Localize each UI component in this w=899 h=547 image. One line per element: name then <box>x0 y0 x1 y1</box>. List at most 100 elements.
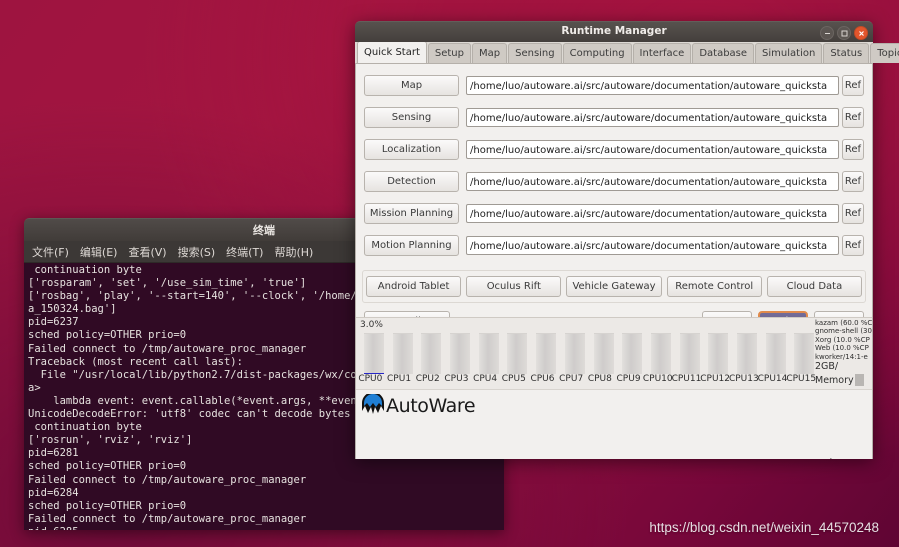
terminal-output-text: continuation byte ['rosparam', 'set', '/… <box>28 264 383 530</box>
runtime-manager-titlebar[interactable]: Runtime Manager <box>355 21 873 42</box>
cpu-label-14: CPU14 <box>757 374 788 384</box>
cpu-bar-track <box>679 333 700 374</box>
cpu-bar-2 <box>417 331 446 374</box>
terminal-menu-view[interactable]: 查看(V) <box>128 244 166 260</box>
terminal-menu-file[interactable]: 文件(F) <box>32 244 69 260</box>
oculus-rift-button[interactable]: Oculus Rift <box>466 276 562 297</box>
cpu-label-4: CPU4 <box>473 374 498 384</box>
cpu-bar-track <box>593 333 614 374</box>
vehicle-gateway-button[interactable]: Vehicle Gateway <box>566 276 662 297</box>
cpu-bar-13 <box>733 331 762 374</box>
tab-map[interactable]: Map <box>472 43 508 63</box>
map-path-input[interactable]: /home/luo/autoware.ai/src/autoware/docum… <box>466 76 839 95</box>
tab-quick-start[interactable]: Quick Start <box>357 41 427 63</box>
cpu-bar-track <box>708 333 729 374</box>
mission-planning-button[interactable]: Mission Planning <box>364 203 459 224</box>
memory-gauge: Memory <box>815 374 864 386</box>
cpu-axis-labels: CPU0 CPU1 CPU2 CPU3 CPU4 CPU5 CPU6 CPU7 CPU8 CPU9… <box>356 374 817 384</box>
cpu-bar-4 <box>475 331 504 374</box>
motion-planning-path-input[interactable]: /home/luo/autoware.ai/src/autoware/docum… <box>466 236 839 255</box>
memory-total-label: 2GB/ <box>815 361 839 372</box>
cpu-bar-11 <box>676 331 705 374</box>
detection-path-input[interactable]: /home/luo/autoware.ai/src/autoware/docum… <box>466 172 839 191</box>
cpu-label-13: CPU13 <box>728 374 759 384</box>
cpu-label-3: CPU3 <box>444 374 469 384</box>
localization-button[interactable]: Localization <box>364 139 459 160</box>
sensing-path-input[interactable]: /home/luo/autoware.ai/src/autoware/docum… <box>466 108 839 127</box>
tab-status[interactable]: Status <box>823 43 870 63</box>
maximize-icon[interactable] <box>837 26 851 40</box>
cpu-bar-10 <box>647 331 676 374</box>
cpu-bar-6 <box>532 331 561 374</box>
motion-planning-ref-button[interactable]: Ref <box>842 235 864 256</box>
cloud-data-button[interactable]: Cloud Data <box>766 276 863 297</box>
tab-bar[interactable]: Quick Start Setup Map Sensing Computing … <box>355 41 899 64</box>
cpu-label-10: CPU10 <box>642 374 673 384</box>
detection-button[interactable]: Detection <box>364 171 459 192</box>
tab-interface[interactable]: Interface <box>632 43 692 63</box>
localization-path-input[interactable]: /home/luo/autoware.ai/src/autoware/docum… <box>466 140 839 159</box>
cpu-bar-track <box>478 333 499 374</box>
motion-planning-button[interactable]: Motion Planning <box>364 235 459 256</box>
cpu-bar-track <box>650 333 671 374</box>
cpu-bar-7 <box>561 331 590 374</box>
runtime-manager-window[interactable]: Runtime Manager Quick Start Setup Map Se… <box>355 21 899 459</box>
cpu-bar-track <box>392 333 413 374</box>
cpu-bar-track <box>536 333 557 374</box>
window-controls[interactable] <box>820 26 868 40</box>
sensing-ref-button[interactable]: Ref <box>842 107 864 128</box>
launch-row-motion-planning: Motion Planning /home/luo/autoware.ai/sr… <box>356 235 872 256</box>
cpu-label-0: CPU0 <box>358 374 383 384</box>
cpu-bar-track <box>564 333 585 374</box>
cpu-label-1: CPU1 <box>387 374 412 384</box>
close-icon[interactable] <box>854 26 868 40</box>
map-ref-button[interactable]: Ref <box>842 75 864 96</box>
cpu-bar-track <box>421 333 442 374</box>
cpu-label-6: CPU6 <box>530 374 555 384</box>
cpu-bar-track <box>507 333 528 374</box>
remote-control-button[interactable]: Remote Control <box>666 276 762 297</box>
terminal-menu-edit[interactable]: 编辑(E) <box>80 244 118 260</box>
cpu-bar-8 <box>590 331 619 374</box>
autoware-logo-text: AutoWare <box>386 395 476 417</box>
map-button[interactable]: Map <box>364 75 459 96</box>
localization-ref-button[interactable]: Ref <box>842 139 864 160</box>
cpu-label-11: CPU11 <box>671 374 702 384</box>
cpu-bar-track <box>364 333 384 374</box>
device-button-row: Android Tablet Oculus Rift Vehicle Gatew… <box>362 270 866 303</box>
cpu-bar-1 <box>389 331 418 374</box>
tab-simulation[interactable]: Simulation <box>755 43 823 63</box>
memory-bar <box>854 374 864 386</box>
android-tablet-button[interactable]: Android Tablet <box>366 276 462 297</box>
terminal-menu-search[interactable]: 搜索(S) <box>178 244 216 260</box>
cpu-bar-5 <box>503 331 532 374</box>
mission-planning-ref-button[interactable]: Ref <box>842 203 864 224</box>
sensing-button[interactable]: Sensing <box>364 107 459 128</box>
tab-computing[interactable]: Computing <box>562 43 632 63</box>
terminal-menu-terminal[interactable]: 终端(T) <box>226 244 263 260</box>
cpu-label-7: CPU7 <box>559 374 584 384</box>
detection-ref-button[interactable]: Ref <box>842 171 864 192</box>
launch-row-sensing: Sensing /home/luo/autoware.ai/src/autowa… <box>356 107 872 128</box>
cpu-label-9: CPU9 <box>616 374 641 384</box>
tab-setup[interactable]: Setup <box>427 43 471 63</box>
cpu-label-12: CPU12 <box>700 374 731 384</box>
cpu-label-15: CPU15 <box>786 374 817 384</box>
cpu-bar-chart <box>360 331 819 374</box>
tab-topics[interactable]: Topics <box>870 43 899 63</box>
mission-planning-path-input[interactable]: /home/luo/autoware.ai/src/autoware/docum… <box>466 204 839 223</box>
tab-sensing[interactable]: Sensing <box>508 43 562 63</box>
terminal-menu-help[interactable]: 帮助(H) <box>274 244 313 260</box>
launch-row-mission-planning: Mission Planning /home/luo/autoware.ai/s… <box>356 203 872 224</box>
watermark-url: https://blog.csdn.net/weixin_44570248 <box>649 520 879 535</box>
cpu-bar-12 <box>704 331 733 374</box>
cpu-label-8: CPU8 <box>587 374 612 384</box>
quick-start-panel: Map /home/luo/autoware.ai/src/autoware/d… <box>355 64 873 459</box>
launch-row-map: Map /home/luo/autoware.ai/src/autoware/d… <box>356 75 872 96</box>
cpu-monitor: 3.0% CPU0 CPU1 CPU2 CPU3 CPU4 CPU5 CPU6 CPU7 CPU… <box>356 317 872 390</box>
cpu-bar-track <box>450 333 471 374</box>
tab-database[interactable]: Database <box>692 43 755 63</box>
cpu-bar-3 <box>446 331 475 374</box>
minimize-icon[interactable] <box>820 26 834 40</box>
cpu-bar-14 <box>762 331 791 374</box>
